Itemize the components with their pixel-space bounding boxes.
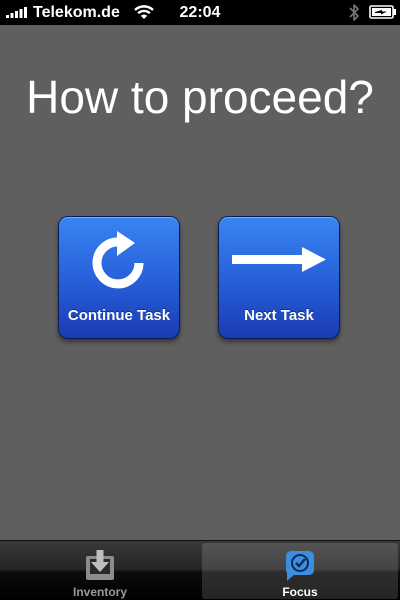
- battery-charging-icon: [369, 5, 396, 19]
- tab-bar: Inventory Focus: [0, 540, 400, 600]
- status-time: 22:04: [179, 4, 221, 21]
- tab-inventory[interactable]: Inventory: [2, 543, 198, 599]
- continue-task-label: Continue Task: [67, 307, 171, 324]
- status-bar: Telekom.de 22:04: [0, 0, 400, 25]
- app-screen: Telekom.de 22:04 How to proceed? Continu…: [0, 0, 400, 600]
- arrow-right-icon: [232, 247, 326, 272]
- refresh-arrow-icon: [92, 231, 144, 289]
- main-content: How to proceed? Continue Task Next Task: [0, 25, 400, 540]
- continue-task-button[interactable]: Continue Task: [58, 216, 180, 339]
- bluetooth-icon: [349, 4, 359, 21]
- next-task-label: Next Task: [244, 307, 314, 324]
- tab-focus-label: Focus: [282, 585, 318, 599]
- tab-focus[interactable]: Focus: [202, 543, 398, 599]
- page-title: How to proceed?: [26, 71, 374, 123]
- next-task-button[interactable]: Next Task: [218, 216, 340, 339]
- inbox-download-icon: [86, 550, 114, 580]
- focus-checkmark-bubble-icon: [286, 551, 314, 581]
- tab-inventory-label: Inventory: [72, 585, 127, 599]
